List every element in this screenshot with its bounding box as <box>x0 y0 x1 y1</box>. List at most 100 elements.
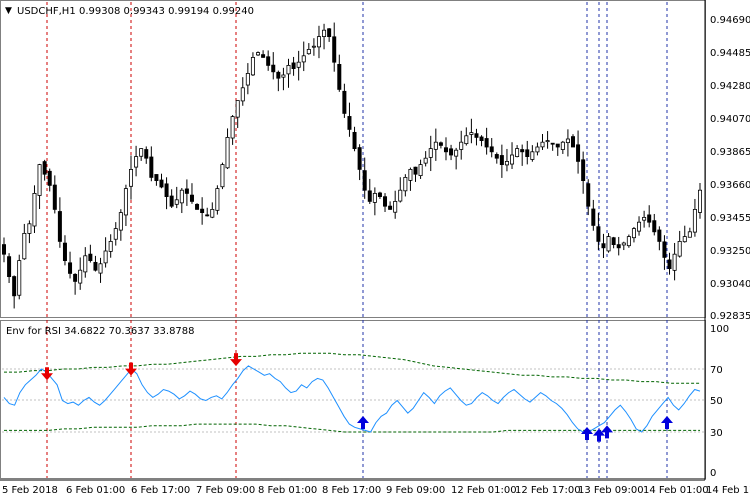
main-panel-frame <box>0 0 706 318</box>
candle-bull <box>22 232 27 260</box>
candle-bear <box>347 116 352 130</box>
candle-bear <box>195 203 200 210</box>
candle-bear <box>520 149 525 153</box>
mt4-chart-window[interactable]: ▼ USDCHF,H1 0.99308 0.99343 0.99194 0.99… <box>0 0 750 500</box>
buy-arrow-icon <box>581 427 593 440</box>
sell-arrow-icon <box>125 362 137 376</box>
candle-bear <box>276 71 281 79</box>
candle-bear <box>189 194 194 202</box>
time-tick: 14 Feb 17: <box>706 485 750 496</box>
candle-bear <box>494 154 499 159</box>
rsi-level-label: 50 <box>710 396 723 407</box>
candle-bull <box>535 146 540 153</box>
candle-bear <box>2 244 7 255</box>
candle-bear <box>184 188 189 194</box>
price-candles <box>2 22 703 309</box>
candle-bear <box>484 138 489 148</box>
candle-bull <box>540 141 545 148</box>
candle-bear <box>611 237 616 245</box>
candle-bear <box>149 156 154 178</box>
time-tick: 8 Feb 17:00 <box>322 485 381 496</box>
candle-bull <box>530 151 535 160</box>
candle-bull <box>393 200 398 213</box>
candle-bull <box>316 36 321 48</box>
rsi-axis-bottom: 0 <box>710 468 716 479</box>
candle-bull <box>606 236 611 252</box>
candle-bear <box>438 142 443 146</box>
candle-bear <box>581 159 586 181</box>
price-tick: 0.94070 <box>710 114 750 125</box>
rsi-axis-top: 100 <box>710 324 729 335</box>
candle-bull <box>286 65 291 75</box>
rsi-level-label: 30 <box>710 428 723 439</box>
time-tick: 9 Feb 09:00 <box>386 485 445 496</box>
candle-bear <box>388 205 393 210</box>
collapse-icon[interactable]: ▼ <box>5 6 12 16</box>
candle-bear <box>647 214 652 223</box>
candle-bull <box>113 228 118 240</box>
candle-bull <box>27 223 32 234</box>
candle-bull <box>245 73 250 86</box>
candle-bull <box>78 269 83 284</box>
candle-bear <box>591 208 596 226</box>
candle-bear <box>357 147 362 170</box>
candle-bear <box>47 170 52 186</box>
candle-bear <box>342 90 347 114</box>
candle-bear <box>662 241 667 258</box>
candle-bull <box>225 136 230 169</box>
candle-bull <box>306 49 311 55</box>
candle-bull <box>174 199 179 205</box>
candle-bear <box>652 220 657 233</box>
price-tick: 0.93660 <box>710 180 750 191</box>
candle-bull <box>504 160 509 166</box>
candle-bull <box>403 176 408 192</box>
candle-bear <box>362 170 367 191</box>
chart-canvas[interactable]: ▼ USDCHF,H1 0.99308 0.99343 0.99194 0.99… <box>0 0 750 500</box>
time-tick: 14 Feb 01:00 <box>643 485 709 496</box>
candle-bull <box>230 116 235 139</box>
candle-bear <box>62 242 67 262</box>
candle-bear <box>601 243 606 249</box>
candle-bull <box>459 141 464 150</box>
candle-bear <box>337 64 342 90</box>
candle-bull <box>433 141 438 150</box>
candle-bear <box>377 192 382 197</box>
candle-bear <box>332 36 337 63</box>
candle-bull <box>235 100 240 118</box>
candle-bull <box>139 148 144 157</box>
candle-bull <box>129 168 134 187</box>
candle-bear <box>93 261 98 271</box>
time-tick: 12 Feb 01:00 <box>451 485 517 496</box>
candle-bear <box>327 28 332 38</box>
rsi-line <box>3 365 701 433</box>
candle-bear <box>266 56 271 66</box>
candle-bull <box>672 253 677 271</box>
candle-bull <box>423 157 428 164</box>
candle-bull <box>179 189 184 204</box>
candle-bear <box>12 276 17 297</box>
candle-bull <box>301 55 306 63</box>
candle-bear <box>73 273 78 282</box>
candle-bear <box>586 183 591 207</box>
candle-bull <box>220 164 225 188</box>
candle-bull <box>408 168 413 181</box>
candle-bear <box>383 196 388 207</box>
candle-bull <box>240 87 245 102</box>
candle-bull <box>677 240 682 257</box>
candle-bear <box>52 184 57 210</box>
candle-bull <box>322 29 327 37</box>
candle-bull <box>515 148 520 158</box>
candle-bear <box>154 174 159 182</box>
price-tick: 0.94280 <box>710 81 750 92</box>
candle-bull <box>37 164 42 196</box>
price-axis-labels: 0.94690 0.94485 0.94280 0.94070 0.93865 … <box>710 15 750 322</box>
indicator-label: Env for RSI 34.6822 70.3637 33.8788 <box>6 326 195 337</box>
candle-bear <box>550 142 555 145</box>
time-tick: 8 Feb 01:00 <box>258 485 317 496</box>
signal-vertical-lines <box>46 2 668 478</box>
sell-arrow-icon <box>230 353 242 367</box>
candle-bear <box>570 136 575 148</box>
time-tick: 5 Feb 2018 <box>2 485 58 496</box>
candle-bear <box>499 155 504 165</box>
candle-bull <box>210 208 215 218</box>
